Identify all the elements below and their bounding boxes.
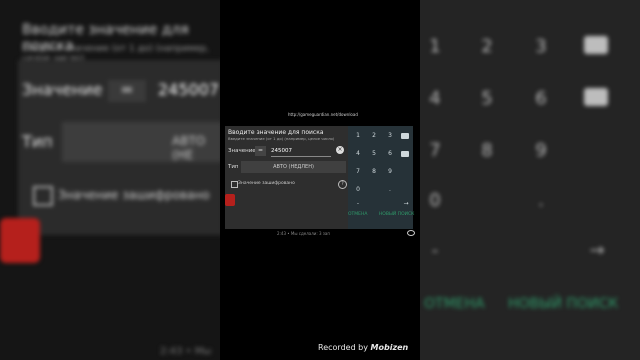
- key-6[interactable]: 6: [382, 150, 398, 157]
- value-input[interactable]: 245007: [271, 146, 331, 157]
- encrypted-label: Значение зашифровано: [238, 181, 295, 186]
- key-8[interactable]: 8: [366, 168, 382, 175]
- blurred-key-4: 4: [429, 88, 441, 109]
- eye-icon[interactable]: [407, 230, 415, 236]
- blurred-key-6: 6: [535, 88, 547, 109]
- blurred-checkbox: [33, 186, 53, 206]
- help-icon[interactable]: ?: [338, 180, 347, 189]
- key-dot[interactable]: .: [382, 186, 398, 193]
- blurred-backspace-icon: [584, 36, 608, 54]
- blurred-type-value: АВТО (НЕ: [172, 134, 206, 162]
- key-minus[interactable]: -: [350, 200, 366, 207]
- key-4[interactable]: 4: [350, 150, 366, 157]
- blurred-right-panel: 1 2 3 4 5 6 7 8 9 0 . - → ОТМЕНА НОВЫЙ П…: [420, 0, 640, 360]
- blurred-key-5: 5: [481, 88, 493, 109]
- recorder-watermark: Recorded by Mobizen: [318, 343, 408, 352]
- key-5[interactable]: 5: [366, 150, 382, 157]
- value-label: Значение: [228, 148, 256, 154]
- blurred-key-3: 3: [535, 36, 547, 57]
- search-dialog: Вводите значение для поиска Введите знач…: [225, 126, 348, 229]
- blurred-app-logo-icon: [0, 218, 40, 263]
- bottom-caption: 2:43 • Мы сделали: 3 зап: [277, 231, 330, 236]
- clear-icon[interactable]: ×: [336, 146, 344, 154]
- key-2[interactable]: 2: [366, 132, 382, 139]
- key-7[interactable]: 7: [350, 168, 366, 175]
- blurred-left-panel: Вводите значение для поиска Введите знач…: [0, 0, 220, 360]
- blurred-key-2: 2: [481, 36, 493, 57]
- cancel-button[interactable]: ОТМЕНА: [348, 212, 367, 217]
- type-select[interactable]: АВТО (НЕДЛЕН): [241, 161, 346, 173]
- blurred-key-1: 1: [429, 36, 441, 57]
- encrypted-checkbox[interactable]: [231, 181, 238, 188]
- blurred-key-dot: .: [538, 190, 544, 211]
- url-text: http://gameguardian.net/download: [288, 112, 358, 117]
- new-search-button[interactable]: НОВЫЙ ПОИСК: [379, 212, 414, 217]
- key-0[interactable]: 0: [350, 186, 366, 193]
- blurred-key-minus: -: [431, 240, 439, 261]
- blurred-key-7: 7: [429, 140, 441, 161]
- blurred-type-label: Тип: [22, 132, 53, 151]
- dialog-title: Вводите значение для поиска: [228, 129, 324, 136]
- blurred-checkbox-label: Значение зашифровано: [58, 188, 210, 202]
- blurred-cancel: ОТМЕНА: [424, 296, 485, 312]
- key-1[interactable]: 1: [350, 132, 366, 139]
- blurred-caption: 2:43 • Мы: [160, 346, 212, 357]
- blurred-delete-icon: [584, 88, 608, 106]
- watermark-prefix: Recorded by: [318, 343, 368, 352]
- blurred-search: НОВЫЙ ПОИСК: [508, 296, 619, 312]
- blurred-arrow-icon: →: [589, 240, 605, 261]
- dialog-actions: ОТМЕНА НОВЫЙ ПОИСК: [348, 212, 414, 217]
- dialog-subtitle: Введите значение (от 1 до) (например, це…: [228, 136, 335, 141]
- type-label: Тип: [228, 164, 239, 170]
- key-3[interactable]: 3: [382, 132, 398, 139]
- blurred-operator: =: [108, 80, 146, 102]
- blurred-key-8: 8: [481, 140, 493, 161]
- key-next-icon[interactable]: →: [398, 200, 414, 207]
- watermark-brand: Mobizen: [370, 343, 409, 352]
- backspace-icon[interactable]: [401, 133, 409, 139]
- delete-icon[interactable]: [401, 151, 409, 157]
- phone-screen: http://gameguardian.net/download Вводите…: [220, 0, 420, 360]
- app-logo-icon: [225, 194, 235, 206]
- blurred-value-label: Значение: [22, 80, 103, 99]
- key-9[interactable]: 9: [382, 168, 398, 175]
- blurred-value: 245007: [158, 80, 220, 99]
- operator-select[interactable]: =: [255, 146, 266, 156]
- blurred-key-0: 0: [429, 190, 441, 211]
- blurred-key-9: 9: [535, 140, 547, 161]
